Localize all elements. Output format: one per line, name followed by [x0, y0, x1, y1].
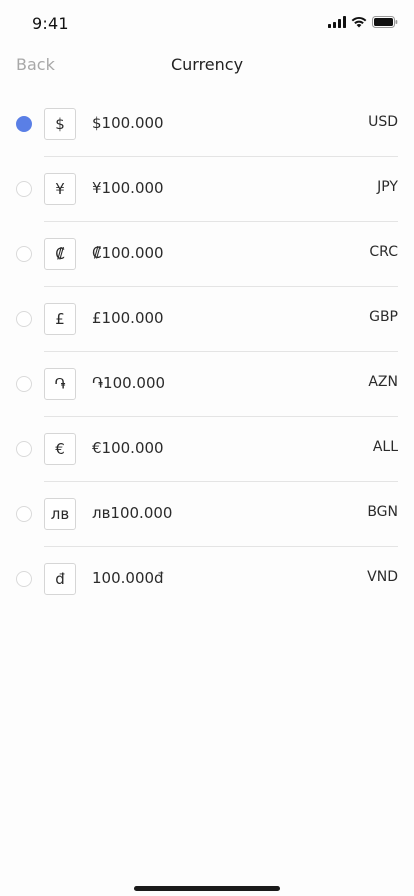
- currency-amount: €100.000: [92, 439, 164, 457]
- radio-button[interactable]: [16, 246, 32, 262]
- radio-button[interactable]: [16, 116, 32, 132]
- currency-code: GBP: [369, 309, 398, 325]
- currency-amount: лв100.000: [92, 504, 173, 522]
- currency-code: BGN: [367, 504, 398, 520]
- currency-symbol: €: [44, 433, 76, 465]
- currency-symbol: $: [44, 108, 76, 140]
- wifi-icon: [351, 16, 367, 28]
- currency-symbol: ₡: [44, 238, 76, 270]
- status-bar: 9:41: [0, 0, 414, 48]
- currency-code: USD: [368, 114, 398, 130]
- currency-amount: ¥100.000: [92, 179, 164, 197]
- currency-row-gbp[interactable]: £ £100.000 GBP: [0, 287, 414, 352]
- currency-amount: ֏100.000: [92, 374, 166, 392]
- status-time: 9:41: [32, 14, 69, 33]
- home-indicator: [134, 886, 280, 891]
- currency-code: CRC: [369, 244, 398, 260]
- radio-button[interactable]: [16, 311, 32, 327]
- currency-code: VND: [367, 569, 398, 585]
- currency-code: AZN: [368, 374, 398, 390]
- currency-row-usd[interactable]: $ $100.000 USD: [0, 92, 414, 157]
- signal-icon: [328, 16, 346, 28]
- radio-button[interactable]: [16, 571, 32, 587]
- currency-symbol: đ: [44, 563, 76, 595]
- currency-symbol: £: [44, 303, 76, 335]
- currency-row-crc[interactable]: ₡ ₡100.000 CRC: [0, 222, 414, 287]
- radio-button[interactable]: [16, 441, 32, 457]
- currency-symbol: ֏: [44, 368, 76, 400]
- currency-amount: ₡100.000: [92, 244, 164, 262]
- radio-button[interactable]: [16, 376, 32, 392]
- currency-row-vnd[interactable]: đ 100.000đ VND: [0, 547, 414, 612]
- page-title: Currency: [170, 55, 244, 74]
- currency-code: JPY: [377, 179, 398, 195]
- currency-symbol: лв: [44, 498, 76, 530]
- currency-row-azn[interactable]: ֏ ֏100.000 AZN: [0, 352, 414, 417]
- currency-row-bgn[interactable]: лв лв100.000 BGN: [0, 482, 414, 547]
- currency-code: ALL: [372, 439, 398, 455]
- currency-amount: $100.000: [92, 114, 164, 132]
- currency-amount: 100.000đ: [92, 569, 164, 587]
- battery-icon: [372, 16, 398, 28]
- radio-button[interactable]: [16, 506, 32, 522]
- currency-list: $ $100.000 USD ¥ ¥100.000 JPY ₡ ₡100.000…: [0, 92, 414, 612]
- currency-row-jpy[interactable]: ¥ ¥100.000 JPY: [0, 157, 414, 222]
- radio-button[interactable]: [16, 181, 32, 197]
- currency-amount: £100.000: [92, 309, 164, 327]
- currency-row-all[interactable]: € €100.000 ALL: [0, 417, 414, 482]
- status-icons: [328, 16, 398, 28]
- nav-bar: Back Currency: [0, 48, 414, 82]
- currency-symbol: ¥: [44, 173, 76, 205]
